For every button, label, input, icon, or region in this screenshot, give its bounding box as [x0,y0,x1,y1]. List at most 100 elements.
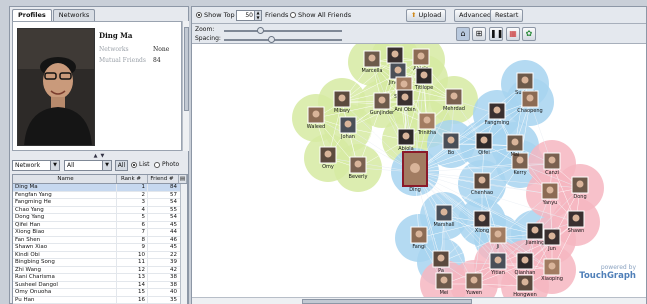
graph-node[interactable]: Dong [571,176,589,200]
table-row[interactable]: Ding Ma 1 84 [13,184,187,192]
graph-canvas[interactable]: MarcellaTiwaAbiolaJingjingTitilopeSharat… [192,44,646,297]
table-row[interactable]: Fan Shen 8 46 [13,236,187,244]
table-row[interactable]: Zhi Wang 12 42 [13,266,187,274]
grid-icon[interactable]: ⊞ [472,27,486,41]
graph-node[interactable]: Ding [402,151,428,193]
networks-label: Networks [99,46,129,53]
friend-name: Qifei Han [13,221,117,228]
table-row[interactable]: Kindi Obi 10 22 [13,251,187,259]
graph-node[interactable]: Canzi [543,152,561,176]
network-select[interactable]: Network ▼ [12,160,60,171]
graph-node[interactable]: Yuwen [465,272,483,296]
palette-icon[interactable]: ▦ [506,27,520,41]
spinner-arrows-icon[interactable]: ▲ ▼ [254,10,261,20]
column-name[interactable]: Name [13,175,117,183]
graph-toolbar: Show Top 50 ▲ ▼ Friends Show All Friends … [192,7,646,24]
graph-node[interactable]: Titilope [414,67,433,91]
zoom-slider-thumb[interactable] [257,27,264,34]
table-row[interactable]: Bingbing Song 11 39 [13,259,187,267]
list-radio-label: List [139,161,150,168]
table-row[interactable]: Xiong Biao 7 44 [13,229,187,237]
show-top-radio[interactable] [196,12,202,18]
tab-networks[interactable]: Networks [52,9,96,21]
network-select-value: Network [15,162,41,169]
graph-node[interactable]: Xiaoping [541,258,563,282]
photo-radio[interactable] [154,162,160,168]
column-friends[interactable]: Friend # [148,175,179,183]
tab-profiles[interactable]: Profiles [12,9,52,21]
node-label: Yanyu [542,200,558,206]
graph-node[interactable]: Qifei [475,132,493,156]
node-face [400,80,408,88]
table-header: Name Rank # Friend # ▤ [13,175,187,184]
graph-node[interactable]: Fangi [410,226,428,250]
table-row[interactable]: Rani Charisma 13 38 [13,274,187,282]
table-row[interactable]: Pu Han 16 35 [13,296,187,304]
friend-count: 42 [170,266,177,273]
graph-node[interactable]: Omy [319,146,337,170]
graph-node[interactable]: Marshall [433,204,455,228]
friend-rank: 6 [117,221,148,228]
graph-node[interactable]: Waleed [307,106,325,130]
profile-scroll-thumb[interactable] [184,27,189,111]
graph-scrollbar[interactable] [192,297,646,304]
node-label: Fangi [412,244,425,250]
node-face [410,163,420,173]
friend-name: Pu Han [13,296,117,303]
graph-node[interactable]: Abiola [397,128,415,152]
graph-node[interactable]: Shawn [567,210,585,234]
mutual-friends-label: Mutual Friends [99,57,146,64]
graph-node[interactable]: Marcella [362,50,383,74]
graph-scroll-thumb[interactable] [302,299,472,304]
show-top-spinner[interactable]: 50 ▲ ▼ [236,10,262,21]
table-row[interactable]: Chao Yang 4 55 [13,206,187,214]
collapse-down-icon[interactable]: ▼ [101,153,105,159]
zoom-slider[interactable] [224,27,342,34]
show-all-radio[interactable] [290,12,296,18]
graph-node[interactable]: Johan [339,116,357,140]
friend-graph[interactable]: MarcellaTiwaAbiolaJingjingTitilopeSharat… [192,44,646,297]
table-row[interactable]: Omy Onuoha 15 40 [13,289,187,297]
graph-node[interactable]: Hongwen [513,274,537,297]
graph-node[interactable]: Chenhao [471,172,493,196]
graph-node[interactable]: Xiong [473,210,491,234]
friend-rank: 2 [117,191,148,198]
table-row[interactable]: Qifei Han 6 45 [13,221,187,229]
restart-button[interactable]: Restart [490,9,524,22]
column-chooser-icon[interactable]: ▤ [179,175,187,183]
table-row[interactable]: Dong Yang 5 54 [13,214,187,222]
list-radio[interactable] [131,162,137,168]
graph-node[interactable]: Jiaming [525,222,545,246]
table-row[interactable]: Fangming He 3 54 [13,199,187,207]
table-scrollbar[interactable] [180,184,187,304]
friend-name: Chao Yang [13,206,117,213]
spacing-slider[interactable] [224,36,342,43]
spacing-slider-thumb[interactable] [268,36,275,43]
graph-node[interactable]: Mehrdad [443,88,465,112]
table-row[interactable]: Fengfan Yang 2 57 [13,191,187,199]
column-rank[interactable]: Rank # [117,175,148,183]
panel-splitter[interactable]: ▲ ▼ [10,153,188,159]
home-icon[interactable]: ⌂ [456,27,470,41]
collapse-up-icon[interactable]: ▲ [94,153,98,159]
friend-name: Bingbing Song [13,259,117,266]
graph-node[interactable]: Yanyu [541,182,559,206]
upload-button[interactable]: ⬆ Upload [406,9,447,22]
pause-icon[interactable]: ❚❚ [489,27,503,41]
graph-node[interactable]: Trinitha [417,112,437,136]
node-face [521,76,529,84]
clusters-icon[interactable]: ✿ [522,27,536,41]
graph-node[interactable]: Beverly [349,156,368,180]
table-row[interactable]: Shawn Xiao 9 45 [13,244,187,252]
graph-node[interactable]: Ani Obin [394,89,416,113]
graph-node[interactable]: Mibwy [333,90,351,114]
graph-node[interactable]: Yitian [489,252,507,276]
scope-select[interactable]: All ▼ [64,160,112,171]
friend-count: 39 [170,259,177,265]
profile-scrollbar[interactable] [182,21,189,151]
node-label: Ding [409,187,421,193]
friend-rank: 16 [117,296,148,303]
all-button[interactable]: All [115,160,128,171]
graph-node[interactable]: Qianhan [515,252,536,276]
table-row[interactable]: Susheel Dangol 14 38 [13,281,187,289]
